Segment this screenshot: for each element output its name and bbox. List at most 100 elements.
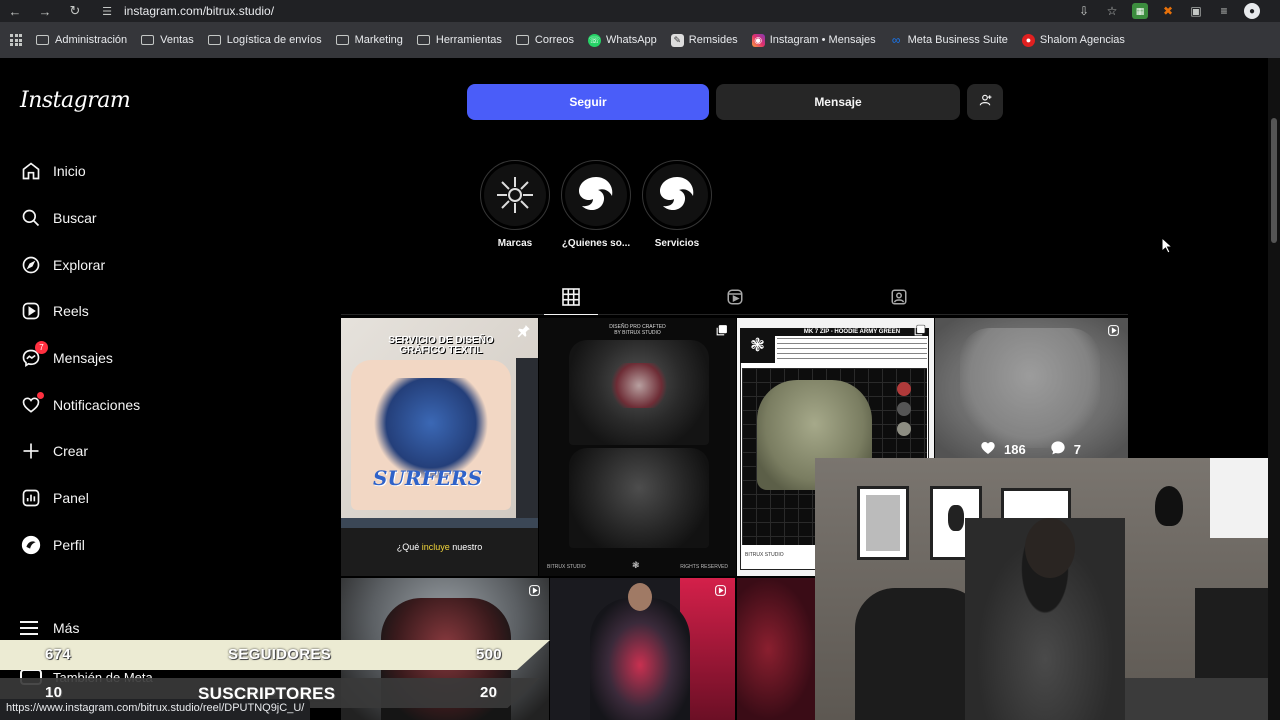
sidebar-item-inicio[interactable]: Inicio	[0, 148, 240, 195]
apps-grid-icon[interactable]	[10, 34, 22, 46]
tshirt-back-image	[569, 448, 709, 548]
plus-icon	[20, 440, 42, 462]
folder-icon	[335, 35, 349, 45]
followers-current: 674	[45, 646, 71, 663]
subscribers-goal: 20	[480, 684, 498, 701]
post-stats: 186 7	[980, 440, 1081, 459]
post-header: DISEÑO PRO CRAFTED BY BITRUX STUDIO	[609, 324, 666, 336]
followers-goal: 500	[476, 646, 502, 663]
bookmark-instagram-mensajes[interactable]: ◉ Instagram • Mensajes	[751, 33, 876, 47]
desk	[1125, 678, 1280, 720]
profile-avatar-icon	[20, 534, 42, 556]
follow-button[interactable]: Seguir	[467, 84, 709, 120]
suggest-user-button[interactable]	[967, 84, 1003, 120]
bookmark-marketing[interactable]: Marketing	[335, 34, 403, 46]
bookmark-administracion[interactable]: Administración	[36, 34, 127, 46]
bookmark-logistica[interactable]: Logística de envíos	[207, 34, 322, 46]
link-status-bar: https://www.instagram.com/bitrux.studio/…	[0, 699, 311, 720]
bookmark-ventas[interactable]: Ventas	[141, 34, 194, 46]
heart-filled-icon	[980, 440, 996, 459]
bookmark-herramientas[interactable]: Herramientas	[416, 34, 502, 46]
add-person-icon	[978, 93, 992, 112]
sidebar-item-notificaciones[interactable]: Notificaciones	[0, 381, 240, 428]
sidebar-nav: Inicio Buscar Explorar Reels 7 Mensajes …	[0, 148, 240, 568]
browser-toolbar: ← → ↻ ☰ instagram.com/bitrux.studio/ ⇩ ☆…	[0, 0, 1280, 22]
sidebar-item-explorar[interactable]: Explorar	[0, 241, 240, 288]
message-button[interactable]: Mensaje	[716, 84, 960, 120]
post-diseno-textil[interactable]: SERVICIO DE DISEÑO GRÁFICO TEXTIL SURFER…	[341, 318, 538, 576]
post-camisetas-negras[interactable]: DISEÑO PRO CRAFTED BY BITRUX STUDIO BITR…	[539, 318, 736, 576]
remsides-icon: ✎	[670, 33, 684, 47]
forward-icon[interactable]: →	[30, 0, 60, 22]
folder-icon	[141, 35, 155, 45]
bookmark-shalom[interactable]: ● Shalom Agencias	[1021, 33, 1125, 47]
sidebar-item-crear[interactable]: Crear	[0, 428, 240, 475]
color-swatch-olive	[897, 422, 911, 436]
star-icon[interactable]: ☆	[1104, 3, 1120, 19]
meta-icon: ∞	[891, 33, 901, 47]
whatsapp-icon: ☏	[588, 33, 602, 47]
tab-tagged[interactable]	[872, 284, 926, 315]
mouse-cursor	[1161, 236, 1174, 259]
highlight-marcas[interactable]: Marcas	[475, 160, 555, 249]
comment-filled-icon	[1050, 440, 1066, 459]
shalom-icon: ●	[1021, 33, 1035, 47]
bitrux-logo-icon	[646, 164, 708, 226]
likes-count: 186	[1004, 442, 1026, 457]
tab-search-icon[interactable]: ≡	[1216, 3, 1232, 19]
bookmark-correos[interactable]: Correos	[515, 34, 574, 46]
reels-icon	[726, 288, 744, 311]
reel-icon	[528, 584, 542, 598]
messenger-icon: 7	[20, 341, 48, 369]
tab-reels[interactable]	[708, 284, 762, 315]
hover-overlay	[935, 318, 1128, 458]
folder-icon	[416, 35, 430, 45]
post-camiseta-gris[interactable]	[935, 318, 1128, 458]
color-swatch-grey	[897, 402, 911, 416]
instagram-logo[interactable]: Instagram	[20, 88, 131, 113]
person-head	[1025, 518, 1075, 578]
page-scrollbar[interactable]	[1268, 58, 1280, 720]
folder-icon	[36, 35, 49, 45]
post-title: MK 7 ZIP - HOODIE ARMY GREEN	[775, 328, 929, 336]
carousel-icon	[715, 324, 729, 338]
sidebar-item-mas[interactable]: Más	[20, 620, 79, 636]
back-icon[interactable]: ←	[0, 0, 30, 22]
sidebar-item-perfil[interactable]: Perfil	[0, 522, 240, 569]
sidebar-item-buscar[interactable]: Buscar	[0, 195, 240, 242]
sidebar-item-reels[interactable]: Reels	[0, 288, 240, 335]
reel-icon	[714, 584, 728, 598]
grid-icon	[562, 287, 580, 311]
bookmark-whatsapp[interactable]: ☏ WhatsApp	[588, 33, 657, 47]
instagram-icon: ◉	[751, 33, 765, 47]
site-info-icon[interactable]: ☰	[100, 4, 114, 18]
notification-dot	[37, 391, 44, 399]
address-bar[interactable]: ☰ instagram.com/bitrux.studio/	[100, 0, 1000, 22]
tab-posts[interactable]	[544, 284, 598, 315]
extension-green-icon[interactable]: ▦	[1132, 3, 1148, 19]
home-icon	[20, 160, 42, 182]
sun-emblem-icon: ❃	[740, 328, 775, 363]
post-caption: ¿Qué incluye nuestro	[396, 542, 483, 552]
sidebar-item-mensajes[interactable]: 7 Mensajes	[0, 335, 240, 382]
folder-icon	[515, 35, 529, 45]
reload-icon[interactable]: ↻	[60, 0, 90, 22]
post-reel-hoodie-modelo[interactable]	[550, 578, 735, 720]
post-reel-rojo[interactable]	[737, 578, 815, 720]
search-icon	[20, 207, 42, 229]
extension-orange-icon[interactable]: ✖	[1160, 3, 1176, 19]
scrollbar-thumb[interactable]	[1271, 118, 1277, 243]
bookmark-remsides[interactable]: ✎ Remsides	[670, 33, 738, 47]
highlight-servicios[interactable]: Servicios	[637, 160, 717, 249]
browser-profile-icon[interactable]: ●	[1244, 3, 1260, 19]
bitrux-logo-icon	[565, 164, 627, 226]
sun-emblem-icon	[484, 164, 546, 226]
compass-icon	[20, 254, 42, 276]
sidebar-item-panel[interactable]: Panel	[0, 475, 240, 522]
bookmark-meta-business[interactable]: ∞ Meta Business Suite	[890, 33, 1008, 47]
highlight-quienes-somos[interactable]: ¿Quienes so...	[556, 160, 636, 249]
extensions-puzzle-icon[interactable]: ▣	[1188, 3, 1204, 19]
post-title: SERVICIO DE DISEÑO GRÁFICO TEXTIL	[388, 335, 494, 356]
dashboard-icon	[20, 487, 42, 509]
install-icon[interactable]: ⇩	[1076, 3, 1092, 19]
